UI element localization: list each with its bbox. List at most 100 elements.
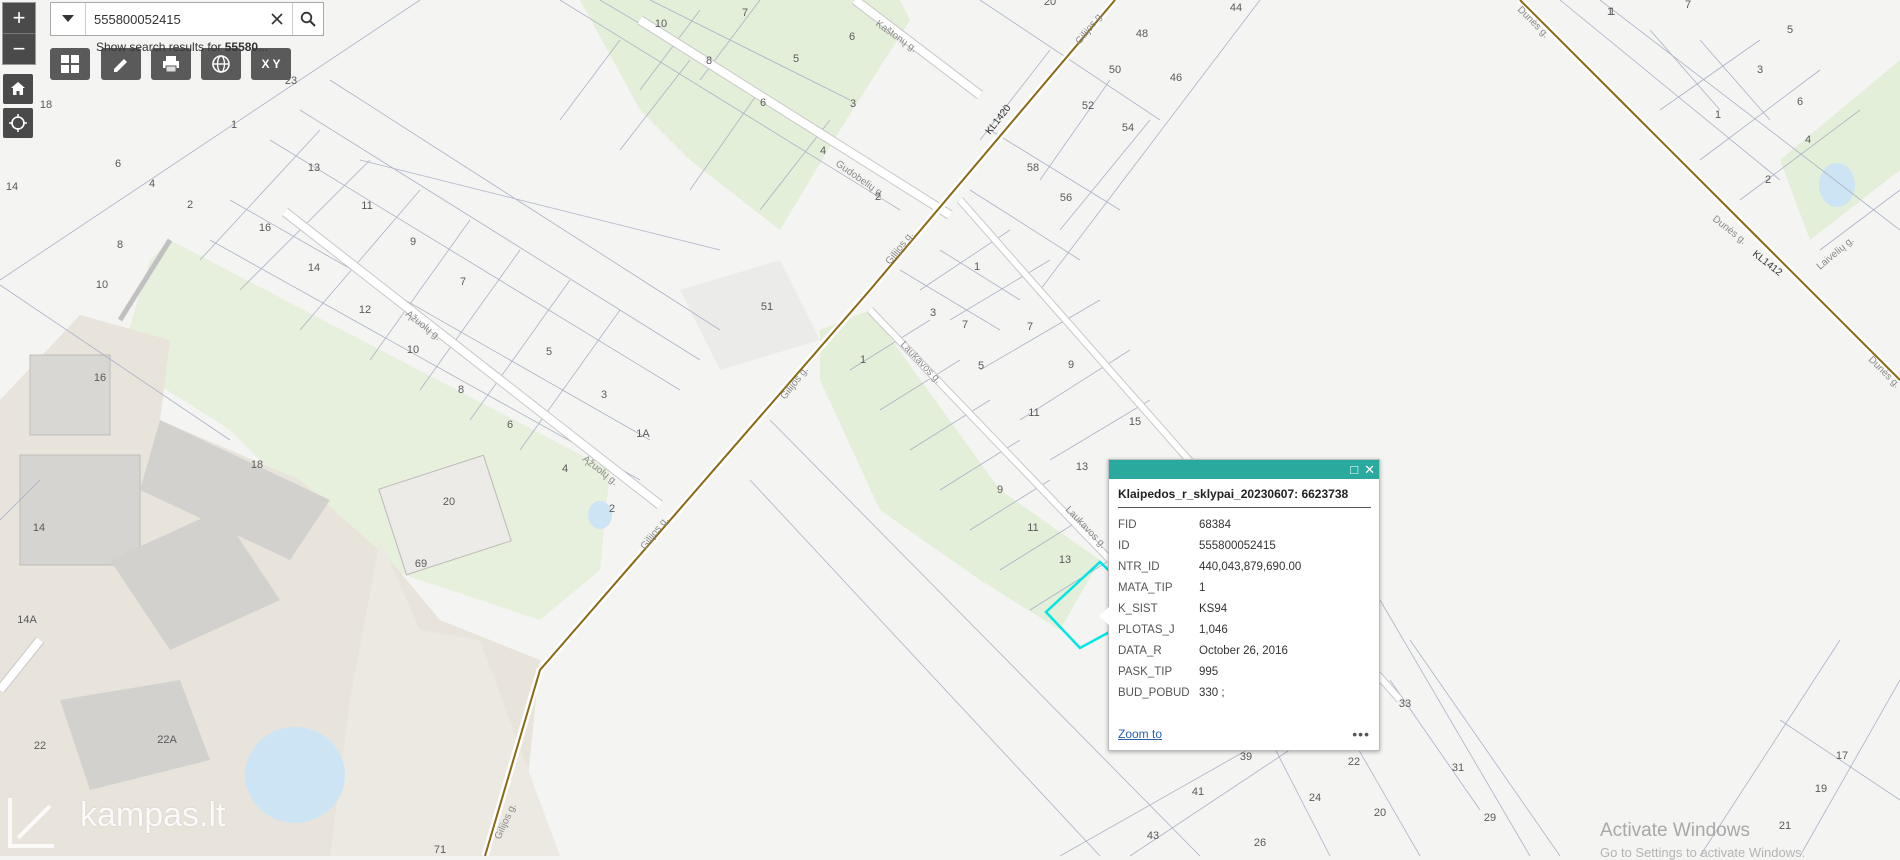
home-icon [11, 82, 25, 95]
attribute-key: K_SIST [1118, 602, 1158, 615]
attribute-row: ID 555800052415 [1118, 535, 1301, 556]
plot-number-label: 11 [361, 200, 372, 212]
plot-number-label: 41 [1192, 786, 1204, 798]
plot-number-label: 7 [742, 7, 748, 19]
logo-text: kampas.lt [80, 796, 226, 834]
plot-number-label: 71 [434, 844, 446, 856]
plot-number-label: 18 [40, 99, 52, 111]
close-icon[interactable]: ✕ [1364, 462, 1375, 478]
plot-number-label: 46 [1170, 72, 1182, 84]
search-input[interactable] [86, 3, 262, 35]
plot-number-label: 2 [187, 199, 193, 211]
home-button[interactable] [3, 74, 33, 104]
plot-number-label: 24 [1309, 792, 1321, 804]
zoom-out-button[interactable]: − [3, 33, 35, 64]
attribute-key: BUD_POBUD [1118, 686, 1190, 699]
plot-number-label: 9 [997, 484, 1003, 496]
attribute-table: FID 68384 ID 555800052415 NTR_ID 440,043,879,… [1118, 514, 1301, 703]
attribute-value: 440,043,879,690.00 [1199, 560, 1302, 573]
plot-number-label: 7 [962, 319, 968, 331]
plot-number-label: 15 [1129, 416, 1141, 428]
map-canvas[interactable]: Gilijos g. Gilijos g. Gilijos g. Gilijos… [0, 0, 1900, 856]
plot-number-label: 43 [1147, 830, 1159, 842]
plot-number-label: 44 [1230, 2, 1242, 14]
plot-number-label: 14 [308, 262, 320, 274]
feature-popup: □ ✕ Klaipedos_r_sklypai_20230607: 662373… [1099, 459, 1380, 751]
plot-number-label: 3 [850, 98, 856, 110]
search-icon [300, 11, 316, 27]
clear-search-button[interactable] [262, 3, 292, 35]
plot-number-label: 6 [849, 31, 855, 43]
maximize-icon[interactable]: □ [1350, 462, 1358, 477]
plot-number-label: 56 [1060, 192, 1072, 204]
locate-button[interactable] [3, 108, 33, 138]
attribute-key: PLOTAS_J [1118, 623, 1175, 636]
pond [1819, 163, 1855, 207]
plot-number-label: 29 [1484, 812, 1496, 824]
plot-number-label: 6 [507, 419, 513, 431]
plot-number-label: 2 [1765, 174, 1771, 186]
suggestion-match: 55580 [224, 40, 259, 54]
plot-number-label: 39 [1240, 751, 1252, 763]
plot-number-label: 51 [761, 301, 773, 313]
plot-number-label: 7 [1027, 321, 1033, 333]
suggestion-prefix: Show search results for [96, 40, 225, 54]
plot-number-label: 19 [1815, 783, 1827, 795]
search-box [50, 2, 324, 36]
attribute-value: 330 ; [1199, 686, 1225, 699]
kampas-logo: kampas.lt [4, 796, 226, 848]
plot-number-label: 20 [1374, 807, 1386, 819]
plot-number-label: 54 [1122, 122, 1134, 134]
plot-number-label: 10 [96, 279, 108, 291]
plot-number-label: 5 [793, 53, 799, 65]
plot-number-label: 5 [1787, 24, 1793, 36]
plot-number-label: 4 [149, 178, 155, 190]
plot-number-label: 14 [6, 181, 18, 193]
more-actions-button[interactable]: ••• [1352, 726, 1370, 742]
locate-icon [9, 114, 27, 132]
attribute-key: MATA_TIP [1118, 581, 1173, 594]
windows-watermark-sub: Go to Settings to activate Windows. [1600, 845, 1806, 860]
attribute-value: October 26, 2016 [1199, 644, 1288, 657]
zoom-to-link[interactable]: Zoom to [1118, 727, 1162, 741]
attribute-key: ID [1118, 539, 1130, 552]
close-icon [271, 13, 283, 25]
plot-number-label: 2 [875, 191, 881, 203]
plot-number-label: 3 [601, 389, 607, 401]
pond [245, 727, 345, 823]
attribute-value: KS94 [1199, 602, 1228, 615]
plot-number-label: 16 [259, 222, 271, 234]
plot-number-label: 6 [1797, 96, 1803, 108]
plot-number-label: 3 [930, 307, 936, 319]
attribute-row: BUD_POBUD 330 ; [1118, 682, 1301, 703]
plot-number-label: 31 [1452, 762, 1464, 774]
suggestion-suffix: ... [258, 40, 269, 54]
plot-number-label: 13 [1059, 554, 1071, 566]
plot-number-label: 10 [655, 18, 667, 30]
plot-number-label: 22A [157, 734, 177, 746]
plot-number-label: 18 [251, 459, 263, 471]
plot-number-label: 6 [115, 158, 121, 170]
plot-number-label: 48 [1136, 28, 1148, 40]
search-suggestion[interactable]: Show search results for 55580... [96, 40, 268, 54]
zoom-in-button[interactable]: + [3, 3, 35, 33]
plot-number-label: 8 [117, 239, 123, 251]
plot-number-label: 14 [33, 522, 45, 534]
attribute-value: 555800052415 [1199, 539, 1276, 552]
plot-number-label: 7 [460, 276, 466, 288]
chevron-down-icon [62, 15, 74, 22]
plot-number-label: 33 [1399, 698, 1411, 710]
attribute-value: 68384 [1199, 518, 1231, 531]
attribute-value: 1,046 [1199, 623, 1228, 636]
plot-number-label: 4 [1805, 134, 1811, 146]
plot-number-label: 16 [94, 372, 106, 384]
attribute-row: PASK_TIP 995 [1118, 661, 1301, 682]
plot-number-label: 11 [1027, 522, 1038, 534]
plot-number-label: 9 [1068, 359, 1074, 371]
windows-watermark: Activate Windows [1600, 820, 1750, 841]
grid-icon [61, 55, 79, 73]
search-source-dropdown[interactable] [51, 3, 86, 35]
basemap-gallery-button[interactable] [50, 48, 90, 80]
search-button[interactable] [292, 3, 323, 35]
printer-icon [163, 56, 179, 73]
